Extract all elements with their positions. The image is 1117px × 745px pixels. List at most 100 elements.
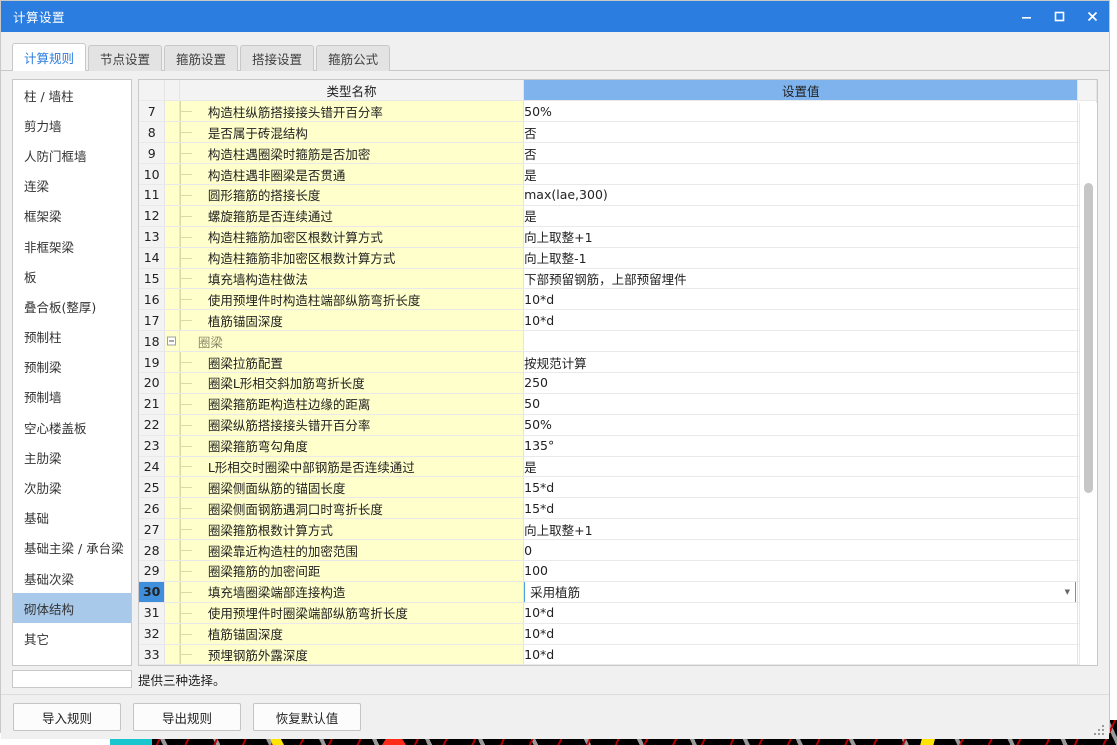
row-number-cell[interactable]: 31 [139,602,166,624]
sidebar-item-0[interactable]: 柱 / 墙柱 [13,80,131,110]
setting-value-cell[interactable]: 50% [523,414,1079,436]
row-number-cell[interactable]: 28 [139,539,166,561]
setting-value-cell[interactable]: 0 [523,539,1079,561]
grid-scrollbar-thumb[interactable] [1084,183,1093,493]
sidebar-item-8[interactable]: 预制柱 [13,322,131,352]
table-row[interactable]: 13 构造柱箍筋加密区根数计算方式 向上取整+1 [139,226,1097,248]
row-number-cell[interactable]: 13 [139,226,166,248]
row-number-cell[interactable]: 20 [139,372,166,394]
setting-value-cell[interactable]: 否 [523,142,1079,165]
setting-value-cell[interactable]: 按规范计算 [523,351,1079,373]
sidebar-item-2[interactable]: 人防门框墙 [13,140,131,170]
restore-defaults-button[interactable]: 恢复默认值 [253,703,361,732]
row-number-cell[interactable]: 27 [139,518,166,541]
table-row[interactable]: 17 植筋锚固深度 10*d [139,309,1097,332]
type-name-cell[interactable]: 圈梁 [179,330,525,353]
type-name-cell[interactable]: 预埋钢筋外露深度 [179,644,525,666]
type-name-cell[interactable]: 构造柱遇非圈梁是否贯通 [179,163,525,185]
table-row[interactable]: 18 圈梁 [139,330,1097,353]
row-number-cell[interactable]: 33 [139,644,166,666]
table-row[interactable]: 12 螺旋箍筋是否连续通过 是 [139,205,1097,227]
row-number-cell[interactable]: 22 [139,414,166,436]
setting-value-cell[interactable]: 10*d [523,644,1079,666]
setting-value-cell[interactable]: max(lae,300) [523,184,1079,206]
setting-value-cell[interactable]: 是 [523,163,1079,185]
setting-value-cell[interactable] [523,330,1079,353]
row-number-cell[interactable]: 23 [139,435,166,457]
setting-value-cell[interactable]: 10*d [523,288,1079,311]
setting-value-cell[interactable]: 向上取整-1 [523,247,1079,269]
row-number-cell[interactable]: 30 [139,581,166,603]
tab-stirrup-settings[interactable]: 箍筋设置 [164,45,239,71]
row-number-cell[interactable]: 16 [139,288,166,311]
sidebar-item-18[interactable]: 其它 [13,623,131,653]
row-number-cell[interactable]: 12 [139,205,166,227]
setting-value-cell[interactable]: 向上取整+1 [523,226,1079,248]
value-dropdown[interactable]: 采用植筋 ▼ [524,581,1077,602]
type-name-cell[interactable]: 填充墙圈梁端部连接构造 [179,581,525,603]
table-row[interactable]: 14 构造柱箍筋非加密区根数计算方式 向上取整-1 [139,247,1097,269]
sidebar-item-15[interactable]: 基础主梁 / 承台梁 [13,533,131,563]
sidebar-item-6[interactable]: 板 [13,261,131,291]
header-type-name[interactable]: 类型名称 [179,80,525,102]
setting-value-editor-cell[interactable]: 采用植筋 ▼ [523,581,1079,603]
type-name-cell[interactable]: 圈梁纵筋搭接接头错开百分率 [179,414,525,436]
type-name-cell[interactable]: 使用预埋件时圈梁端部纵筋弯折长度 [179,602,525,624]
sidebar-item-14[interactable]: 基础 [13,503,131,533]
table-row[interactable]: 15 填充墙构造柱做法 下部预留钢筋，上部预留埋件 [139,268,1097,290]
type-name-cell[interactable]: 圈梁箍筋弯勾角度 [179,435,525,457]
row-number-cell[interactable]: 8 [139,121,166,144]
row-number-cell[interactable]: 29 [139,560,166,582]
table-row[interactable]: 7 构造柱纵筋搭接接头错开百分率 50% [139,100,1097,123]
sidebar-item-4[interactable]: 框架梁 [13,201,131,231]
row-number-cell[interactable]: 24 [139,456,166,478]
type-name-cell[interactable]: 圈梁拉筋配置 [179,351,525,373]
chevron-down-icon[interactable]: ▼ [1059,588,1075,596]
row-number-cell[interactable]: 26 [139,497,166,520]
type-name-cell[interactable]: 是否属于砖混结构 [179,121,525,144]
grid-vertical-scrollbar[interactable] [1079,103,1097,666]
type-name-cell[interactable]: 圈梁靠近构造柱的加密范围 [179,539,525,561]
sidebar-item-16[interactable]: 基础次梁 [13,563,131,593]
sidebar-item-9[interactable]: 预制梁 [13,352,131,382]
table-row[interactable]: 23 圈梁箍筋弯勾角度 135° [139,435,1097,457]
sidebar-item-13[interactable]: 次肋梁 [13,472,131,502]
table-row[interactable]: 28 圈梁靠近构造柱的加密范围 0 [139,539,1097,561]
setting-value-cell[interactable]: 50% [523,100,1079,123]
type-name-cell[interactable]: 圈梁箍筋根数计算方式 [179,518,525,541]
sidebar-item-5[interactable]: 非框架梁 [13,231,131,261]
row-number-cell[interactable]: 15 [139,268,166,290]
setting-value-cell[interactable]: 50 [523,393,1079,415]
tab-calculation-rules[interactable]: 计算规则 [12,43,87,71]
export-rules-button[interactable]: 导出规则 [133,703,241,732]
type-name-cell[interactable]: 构造柱箍筋非加密区根数计算方式 [179,247,525,269]
row-number-cell[interactable]: 21 [139,393,166,415]
setting-value-cell[interactable]: 10*d [523,309,1079,332]
setting-value-cell[interactable]: 10*d [523,623,1079,645]
setting-value-cell[interactable]: 是 [523,205,1079,227]
type-name-cell[interactable]: 植筋锚固深度 [179,309,525,332]
table-row[interactable]: 8 是否属于砖混结构 否 [139,121,1097,144]
close-icon[interactable] [1076,1,1109,32]
type-name-cell[interactable]: 使用预埋件时构造柱端部纵筋弯折长度 [179,288,525,311]
table-row[interactable]: 22 圈梁纵筋搭接接头错开百分率 50% [139,414,1097,436]
type-name-cell[interactable]: 构造柱遇圈梁时箍筋是否加密 [179,142,525,165]
type-name-cell[interactable]: 圈梁侧面纵筋的锚固长度 [179,476,525,499]
type-name-cell[interactable]: 植筋锚固深度 [179,623,525,645]
table-row[interactable]: 32 植筋锚固深度 10*d [139,623,1097,645]
table-row[interactable]: 19 圈梁拉筋配置 按规范计算 [139,351,1097,373]
type-name-cell[interactable]: 构造柱箍筋加密区根数计算方式 [179,226,525,248]
sidebar-item-7[interactable]: 叠合板(整厚) [13,291,131,321]
table-row[interactable]: 9 构造柱遇圈梁时箍筋是否加密 否 [139,142,1097,165]
table-row[interactable]: 10 构造柱遇非圈梁是否贯通 是 [139,163,1097,185]
table-row[interactable]: 24 L形相交时圈梁中部钢筋是否连续通过 是 [139,456,1097,478]
setting-value-cell[interactable]: 10*d [523,602,1079,624]
sidebar-item-11[interactable]: 空心楼盖板 [13,412,131,442]
sidebar-item-3[interactable]: 连梁 [13,171,131,201]
table-row[interactable]: 27 圈梁箍筋根数计算方式 向上取整+1 [139,518,1097,541]
setting-value-cell[interactable]: 下部预留钢筋，上部预留埋件 [523,268,1079,290]
row-number-cell[interactable]: 9 [139,142,166,165]
type-name-cell[interactable]: 圈梁侧面钢筋遇洞口时弯折长度 [179,497,525,520]
row-number-cell[interactable]: 25 [139,476,166,499]
setting-value-cell[interactable]: 100 [523,560,1079,582]
